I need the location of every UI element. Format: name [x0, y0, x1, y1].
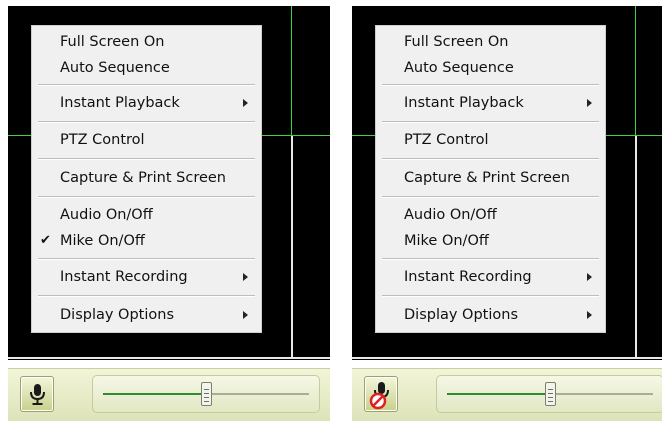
menu-item-full-screen-on[interactable]: Full Screen On [376, 29, 605, 55]
menu-item-ptz-control[interactable]: PTZ Control [376, 127, 605, 153]
volume-slider-thumb[interactable] [545, 382, 556, 406]
volume-slider[interactable] [436, 375, 662, 413]
menu-item-mike-on-off[interactable]: Mike On/Off [376, 228, 605, 254]
menu-item-auto-sequence[interactable]: Auto Sequence [32, 55, 261, 81]
menu-item-display-options[interactable]: Display Options [376, 302, 605, 328]
submenu-arrow-icon [587, 99, 592, 107]
menu-separator [38, 196, 255, 198]
context-menu: Full Screen On Auto Sequence Instant Pla… [375, 25, 606, 333]
volume-slider-track [206, 393, 309, 395]
menu-item-label: Audio On/Off [404, 207, 497, 223]
menu-separator [382, 196, 599, 198]
volume-slider[interactable] [92, 375, 320, 413]
volume-slider-track [550, 393, 653, 395]
menu-item-capture-print-screen[interactable]: Capture & Print Screen [376, 165, 605, 191]
menu-item-full-screen-on[interactable]: Full Screen On [32, 29, 261, 55]
menu-item-auto-sequence[interactable]: Auto Sequence [376, 55, 605, 81]
control-bar [352, 368, 662, 421]
microphone-muted-icon [369, 382, 389, 410]
menu-item-instant-playback[interactable]: Instant Playback [32, 90, 261, 116]
menu-item-label: Full Screen On [60, 34, 165, 50]
menu-separator [382, 158, 599, 160]
menu-separator [38, 158, 255, 160]
control-bar [8, 368, 330, 421]
volume-slider-thumb[interactable] [201, 382, 212, 406]
menu-item-display-options[interactable]: Display Options [32, 302, 261, 328]
menu-item-mike-on-off[interactable]: ✔ Mike On/Off [32, 228, 261, 254]
menu-separator [382, 258, 599, 260]
menu-item-label: Instant Playback [404, 95, 524, 111]
menu-item-label: Display Options [404, 307, 519, 323]
menu-item-label: Full Screen On [404, 34, 509, 50]
menu-separator [38, 84, 255, 86]
menu-separator [382, 295, 599, 297]
divider-line-horizontal [352, 357, 662, 359]
context-menu: Full Screen On Auto Sequence Instant Pla… [31, 25, 262, 333]
menu-item-label: Capture & Print Screen [60, 170, 226, 186]
menu-item-label: PTZ Control [60, 132, 145, 148]
divider-line-horizontal [8, 357, 330, 359]
volume-slider-fill [447, 393, 550, 395]
menu-item-label: Capture & Print Screen [404, 170, 570, 186]
right-panel: Full Screen On Auto Sequence Instant Pla… [352, 6, 662, 421]
menu-separator [38, 295, 255, 297]
submenu-arrow-icon [243, 311, 248, 319]
menu-item-label: Instant Recording [404, 269, 532, 285]
menu-item-capture-print-screen[interactable]: Capture & Print Screen [32, 165, 261, 191]
menu-item-label: Auto Sequence [60, 60, 170, 76]
menu-item-label: Auto Sequence [404, 60, 514, 76]
grid-line-vertical [635, 6, 636, 135]
divider-line-vertical [635, 136, 637, 357]
menu-item-ptz-control[interactable]: PTZ Control [32, 127, 261, 153]
menu-item-instant-recording[interactable]: Instant Recording [376, 264, 605, 290]
submenu-arrow-icon [243, 273, 248, 281]
divider-line-vertical [291, 136, 293, 357]
volume-slider-fill [103, 393, 206, 395]
menu-item-instant-recording[interactable]: Instant Recording [32, 264, 261, 290]
menu-item-label: Audio On/Off [60, 207, 153, 223]
submenu-arrow-icon [243, 99, 248, 107]
left-panel: Full Screen On Auto Sequence Instant Pla… [8, 6, 330, 421]
menu-item-label: Display Options [60, 307, 175, 323]
menu-item-label: PTZ Control [404, 132, 489, 148]
microphone-icon [30, 384, 45, 405]
menu-item-audio-on-off[interactable]: Audio On/Off [32, 202, 261, 228]
mic-muted-button[interactable] [364, 376, 398, 412]
menu-separator [38, 258, 255, 260]
menu-item-instant-playback[interactable]: Instant Playback [376, 90, 605, 116]
submenu-arrow-icon [587, 311, 592, 319]
menu-separator [38, 121, 255, 123]
menu-item-label: Instant Recording [60, 269, 188, 285]
menu-item-label: Mike On/Off [60, 233, 145, 249]
grid-line-vertical [291, 6, 292, 135]
menu-item-label: Mike On/Off [404, 233, 489, 249]
menu-separator [382, 121, 599, 123]
menu-item-audio-on-off[interactable]: Audio On/Off [376, 202, 605, 228]
menu-separator [382, 84, 599, 86]
mic-button[interactable] [20, 376, 54, 412]
checkmark-icon: ✔ [40, 233, 51, 248]
submenu-arrow-icon [587, 273, 592, 281]
menu-item-label: Instant Playback [60, 95, 180, 111]
